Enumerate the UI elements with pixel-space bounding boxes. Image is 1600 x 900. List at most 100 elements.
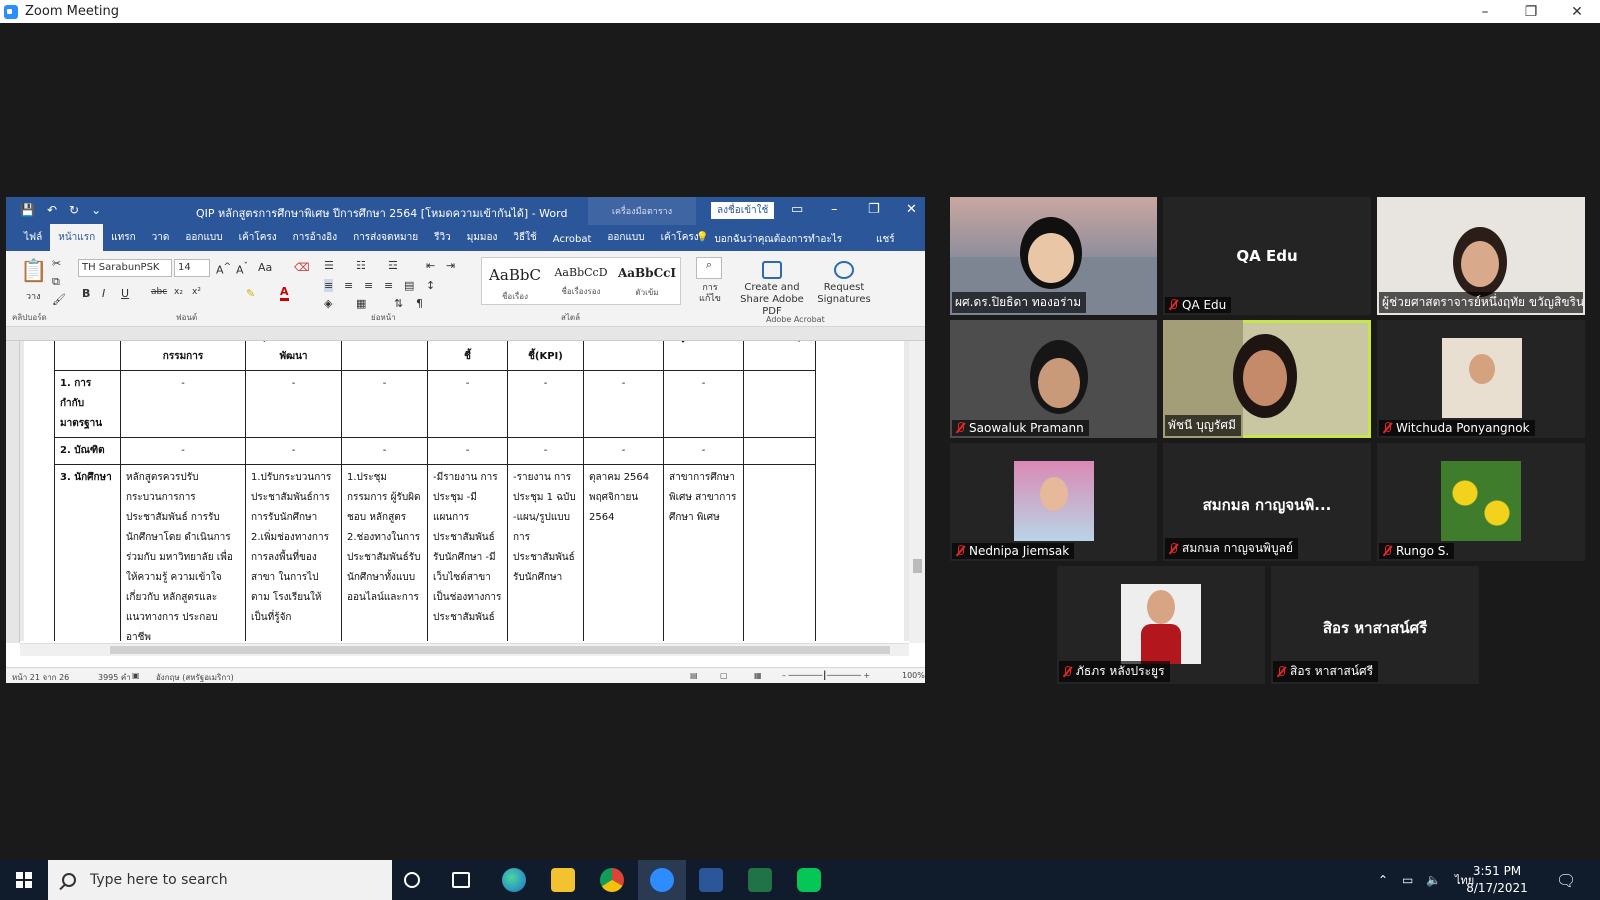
word-restore-button[interactable]: ❐: [868, 202, 880, 217]
participant-tile[interactable]: Rungo S.: [1377, 443, 1585, 561]
subscript-icon[interactable]: x₂: [174, 287, 183, 297]
horizontal-scrollbar[interactable]: [20, 643, 909, 656]
table-cell[interactable]: -รายงาน การประชุม 1 ฉบับ -แผน/รูปแบบ การ…: [507, 464, 584, 641]
edge-icon[interactable]: [502, 868, 526, 892]
task-view-icon[interactable]: [452, 872, 470, 888]
format-painter-icon[interactable]: 🖌: [52, 293, 66, 306]
word-minimize-button[interactable]: –: [831, 202, 838, 217]
align-left-icon[interactable]: ≡: [324, 279, 334, 292]
table-cell[interactable]: [743, 370, 816, 438]
participant-tile[interactable]: สมกมล กาญจนพิ... สมกมล กาญจนพิบูลย์: [1163, 443, 1371, 561]
align-right-icon[interactable]: ≡: [364, 279, 373, 292]
table-cell[interactable]: สาขาการศึกษา พิเศษ สาขาการศึกษา พิเศษ: [663, 464, 744, 641]
participant-tile[interactable]: QA Edu QA Edu: [1163, 197, 1371, 315]
editing-button[interactable]: การ แก้ไข: [690, 283, 730, 305]
table-cell[interactable]: 3. นักศึกษา: [54, 464, 121, 641]
numbering-icon[interactable]: ☷: [356, 259, 366, 272]
tab-mailings[interactable]: การส่งจดหมาย: [345, 230, 426, 251]
table-cell[interactable]: สรุปประเด็น ที่ต้องพัฒนา: [245, 341, 342, 371]
table-cell[interactable]: ข้อเสนอแนะ จากคณะกรรมการ: [120, 341, 246, 371]
table-cell[interactable]: -: [120, 370, 246, 438]
ribbon-display-icon[interactable]: ▭: [791, 202, 803, 217]
cortana-icon[interactable]: [404, 872, 420, 888]
participant-tile[interactable]: Saowaluk Pramann: [950, 320, 1157, 438]
participant-tile[interactable]: สิอร หาสาสน์ศรี สิอร หาสาสน์ศรี: [1271, 566, 1479, 684]
strikethrough-icon[interactable]: abc: [151, 287, 167, 297]
table-cell[interactable]: วัน/เดือน/ปี: [583, 341, 664, 371]
close-button[interactable]: ✕: [1554, 0, 1600, 23]
table-cell[interactable]: -: [663, 437, 744, 465]
scroll-thumb[interactable]: [913, 559, 922, 573]
table-cell[interactable]: องค์ประกอบ: [54, 341, 121, 371]
show-marks-icon[interactable]: ¶: [416, 297, 423, 310]
table-cell[interactable]: 1.ปรับกระบวนการ ประชาสัมพันธ์การ การรับน…: [245, 464, 342, 641]
participant-tile[interactable]: Nednipa Jiemsak: [950, 443, 1157, 561]
document-page[interactable]: องค์ประกอบ ข้อเสนอแนะ จากคณะกรรมการ สรุป…: [24, 341, 904, 641]
tab-review[interactable]: รีวิว: [426, 230, 459, 251]
tab-draw[interactable]: วาด: [144, 230, 178, 251]
save-icon[interactable]: 💾: [20, 203, 35, 217]
bullets-icon[interactable]: ☰: [324, 259, 334, 272]
tab-view[interactable]: มุมมอง: [459, 230, 506, 251]
document-area[interactable]: องค์ประกอบ ข้อเสนอแนะ จากคณะกรรมการ สรุป…: [20, 341, 909, 641]
table-cell[interactable]: [743, 464, 816, 641]
tell-me-box[interactable]: 💡 บอกฉันว่าคุณต้องการทำอะไร: [696, 232, 842, 247]
distributed-icon[interactable]: ▤: [404, 279, 414, 292]
volume-icon[interactable]: 🔈: [1426, 860, 1441, 900]
font-size-box[interactable]: 14: [174, 259, 210, 277]
table-cell[interactable]: หลักสูตรควรปรับ กระบวนการการ ประชาสัมพัน…: [120, 464, 246, 641]
shading-icon[interactable]: ◈: [324, 297, 332, 310]
clear-format-icon[interactable]: ⌫: [294, 261, 310, 274]
tab-design[interactable]: ออกแบบ: [177, 230, 230, 251]
font-color-icon[interactable]: A: [280, 285, 289, 301]
find-icon[interactable]: ⌕: [696, 257, 722, 279]
share-button[interactable]: แชร์: [876, 232, 895, 247]
hscroll-thumb[interactable]: [110, 646, 890, 654]
copy-icon[interactable]: ⧉: [52, 275, 60, 289]
language-indicator[interactable]: อังกฤษ (สหรัฐอเมริกา): [156, 671, 234, 683]
vertical-ruler[interactable]: [6, 341, 20, 643]
style-title[interactable]: AaBbC ชื่อเรื่อง: [482, 258, 548, 304]
sort-icon[interactable]: ⇅: [394, 297, 403, 310]
zoom-taskbar-icon[interactable]: [650, 868, 674, 892]
table-cell[interactable]: -: [427, 370, 508, 438]
table-cell[interactable]: วิธีการดำเนินการ: [341, 341, 428, 371]
minimize-button[interactable]: –: [1462, 0, 1508, 23]
table-cell[interactable]: ผู้รับผิดชอบ: [663, 341, 744, 371]
participant-tile[interactable]: ผศ.ดร.ปิยธิดา ทองอร่าม: [950, 197, 1157, 315]
highlight-icon[interactable]: ✎: [246, 287, 255, 300]
table-cell[interactable]: -: [245, 437, 342, 465]
notifications-icon[interactable]: 🗨: [1556, 860, 1576, 900]
paste-icon[interactable]: 📋: [20, 259, 47, 284]
table-cell[interactable]: -มีรายงาน การประชุม -มีแผนการ ประชาสัมพั…: [427, 464, 508, 641]
request-signatures-button[interactable]: Request Signatures: [814, 261, 874, 306]
cut-icon[interactable]: ✂: [52, 257, 61, 270]
table-cell[interactable]: -: [583, 370, 664, 438]
table-cell[interactable]: -: [341, 370, 428, 438]
table-cell[interactable]: -: [341, 437, 428, 465]
grow-font-icon[interactable]: A^: [216, 261, 231, 277]
file-explorer-icon[interactable]: [551, 868, 575, 892]
decrease-indent-icon[interactable]: ⇤: [426, 259, 435, 272]
tab-table-design[interactable]: ออกแบบ: [599, 230, 652, 251]
undo-icon[interactable]: ↶: [47, 203, 57, 217]
vertical-scrollbar[interactable]: [909, 341, 925, 643]
shared-word-window[interactable]: 💾 ↶ ↻ ⌄ QIP หลักสูตรการศึกษาพิเศษ ปีการศ…: [6, 197, 925, 683]
table-cell[interactable]: [743, 437, 816, 465]
table-cell[interactable]: หมายเหตุ: [743, 341, 816, 371]
horizontal-ruler[interactable]: [6, 327, 925, 341]
customize-icon[interactable]: ⌄: [91, 203, 101, 217]
redo-icon[interactable]: ↻: [69, 203, 79, 217]
table-cell[interactable]: 1.ประชุม กรรมการ ผู้รับผิดชอบ หลักสูตร 2…: [341, 464, 428, 641]
bold-icon[interactable]: B: [82, 287, 90, 300]
zoom-level[interactable]: 100%: [902, 671, 925, 680]
table-cell[interactable]: 2. บัณฑิต: [54, 437, 121, 465]
zoom-slider[interactable]: – ───────┃─────── +: [782, 671, 870, 680]
increase-indent-icon[interactable]: ⇥: [446, 259, 455, 272]
table-cell[interactable]: -: [663, 370, 744, 438]
word-taskbar-icon[interactable]: [699, 868, 723, 892]
participant-tile[interactable]: Witchuda Ponyangnok: [1377, 320, 1585, 438]
line-spacing-icon[interactable]: ↕: [426, 279, 435, 292]
change-case-icon[interactable]: Aa: [258, 261, 272, 274]
show-hidden-icons[interactable]: ⌃: [1378, 860, 1388, 900]
